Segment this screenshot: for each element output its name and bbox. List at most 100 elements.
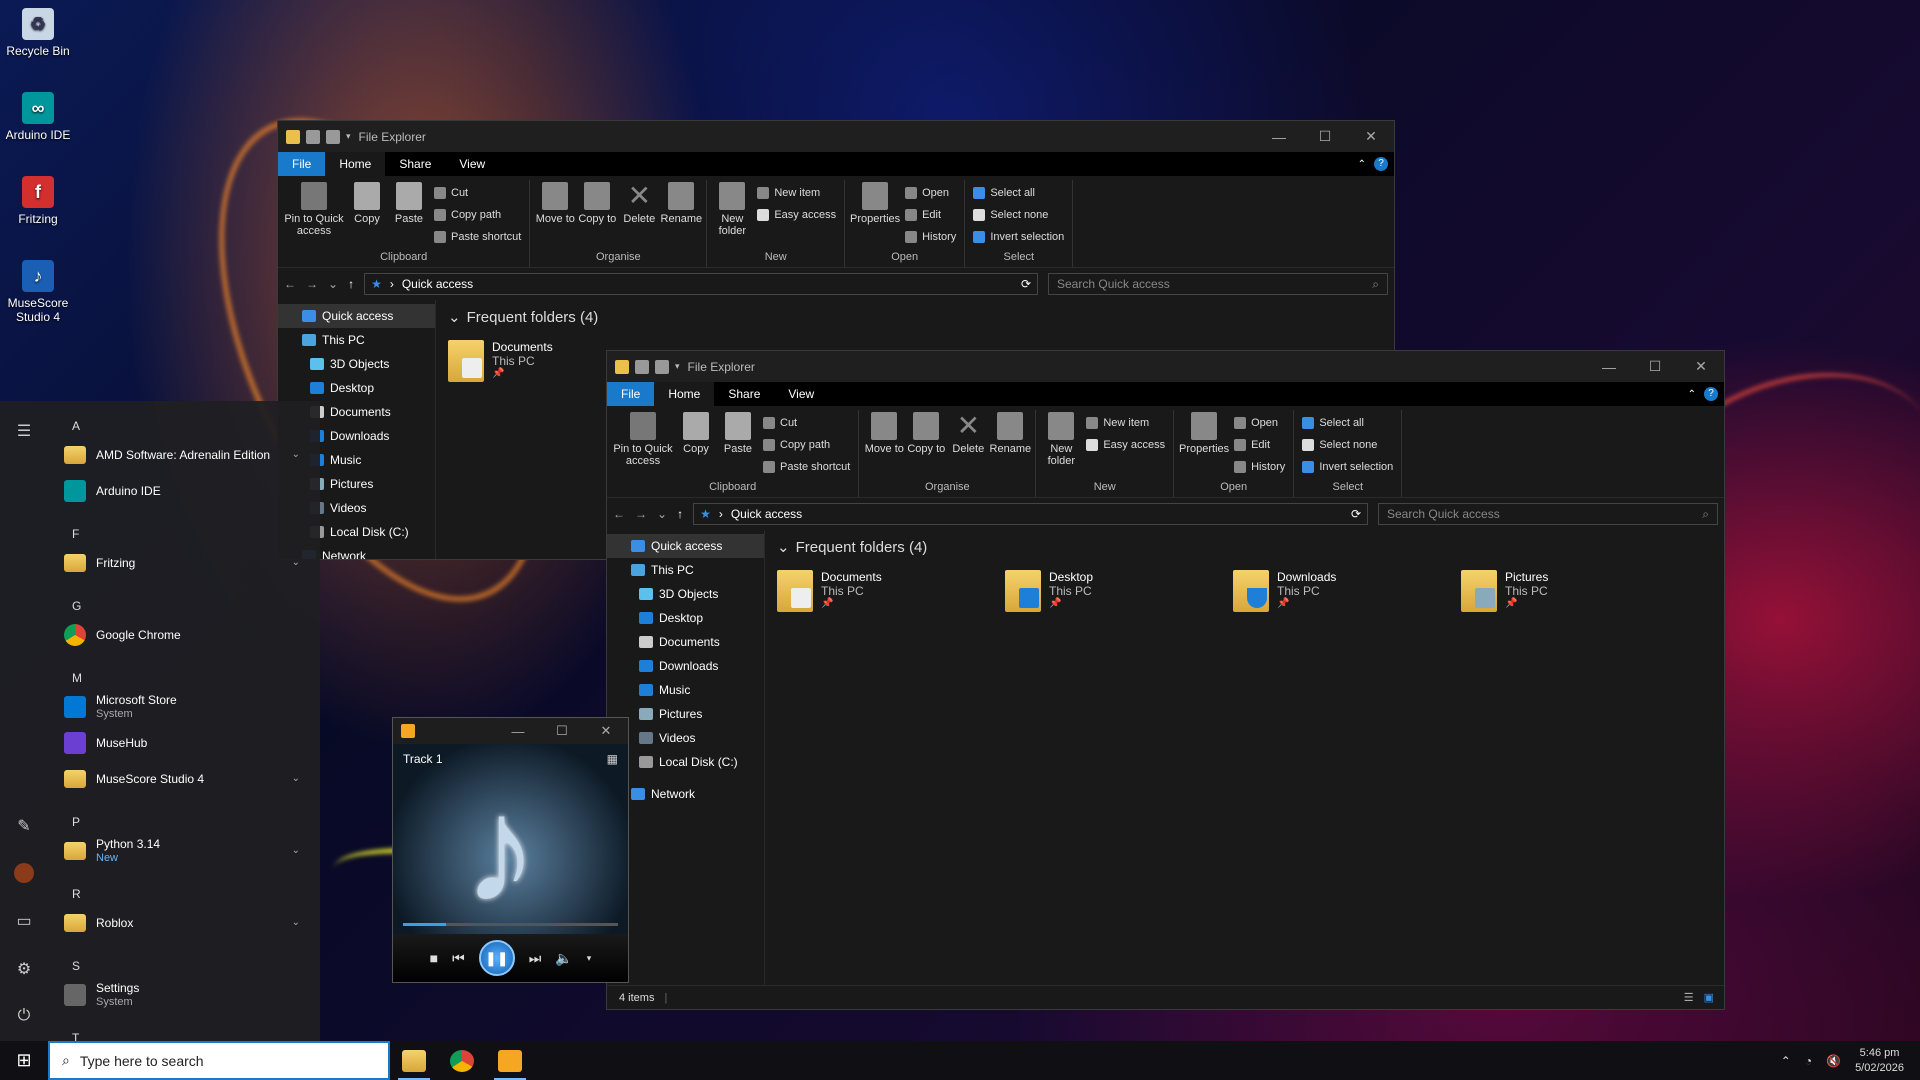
refresh-icon[interactable]: ⟳ — [1021, 277, 1031, 291]
paste-shortcut-button[interactable]: Paste shortcut — [763, 458, 850, 476]
nav-item-quick-access[interactable]: Quick access — [278, 304, 435, 328]
maximize-button[interactable]: ☐ — [1302, 121, 1348, 152]
new-item-button[interactable]: New item — [1086, 414, 1165, 432]
new-folder-button[interactable]: New folder — [711, 180, 753, 237]
back-arrow-icon[interactable]: ← — [284, 277, 296, 291]
maximize-button[interactable]: ☐ — [540, 723, 584, 739]
paste-button[interactable]: Paste — [717, 410, 759, 455]
nav-item-3d-objects[interactable]: 3D Objects — [607, 582, 764, 606]
new-folder-icon[interactable] — [326, 129, 340, 144]
taskbar-chrome[interactable] — [438, 1041, 486, 1080]
tab-view[interactable]: View — [445, 152, 499, 176]
chevron-up-icon[interactable]: ⌃ — [1781, 1054, 1791, 1068]
copy-to-button[interactable]: Copy to — [905, 410, 947, 455]
pin-quick-access-button[interactable]: Pin to Quick access — [611, 410, 675, 467]
stop-icon[interactable]: ■ — [430, 950, 438, 966]
select-all-button[interactable]: Select all — [1302, 414, 1393, 432]
app-list-item[interactable]: Microsoft Store System — [56, 689, 312, 725]
properties-icon[interactable] — [635, 359, 649, 374]
properties-icon[interactable] — [306, 129, 320, 144]
app-list-item[interactable]: AMD Software: Adrenalin Edition ⌄ — [56, 437, 312, 473]
app-list-item[interactable]: Google Chrome — [56, 617, 312, 653]
easy-access-button[interactable]: Easy access — [757, 206, 836, 224]
copy-to-button[interactable]: Copy to — [576, 180, 618, 225]
minimize-button[interactable]: — — [1586, 351, 1632, 382]
taskbar-file-explorer[interactable] — [390, 1041, 438, 1080]
new-folder-icon[interactable] — [655, 359, 669, 374]
customize-arrow-icon[interactable]: ▾ — [675, 361, 680, 372]
section-letter[interactable]: S — [56, 941, 312, 977]
history-button[interactable]: History — [1234, 458, 1285, 476]
address-bar[interactable]: ★ › Quick access ⟳ — [364, 273, 1038, 295]
folder-tile-pictures[interactable]: Pictures This PC 📌 — [1461, 570, 1689, 612]
hamburger-menu-icon[interactable]: ☰ — [14, 421, 34, 441]
nav-item-videos[interactable]: Videos — [607, 726, 764, 750]
nav-item-music[interactable]: Music — [607, 678, 764, 702]
previous-icon[interactable]: ⏮ — [452, 950, 465, 967]
tab-view[interactable]: View — [774, 382, 828, 406]
refresh-icon[interactable]: ⟳ — [1351, 507, 1361, 521]
frequent-folders-header[interactable]: ⌄ Frequent folders (4) — [448, 308, 1382, 327]
tab-file[interactable]: File — [278, 152, 326, 176]
back-arrow-icon[interactable]: ← — [613, 507, 625, 521]
history-button[interactable]: History — [905, 228, 956, 246]
frequent-folders-header[interactable]: ⌄ Frequent folders (4) — [777, 538, 1712, 557]
section-letter[interactable]: G — [56, 581, 312, 617]
pause-button[interactable]: ❚❚ — [478, 940, 515, 976]
select-none-button[interactable]: Select none — [1302, 436, 1393, 454]
help-icon[interactable]: ? — [1704, 387, 1718, 401]
chevron-down-icon[interactable]: ⌄ — [292, 845, 300, 856]
chevron-down-icon[interactable]: ⌄ — [292, 557, 300, 568]
details-view-icon[interactable]: ☰ — [1684, 991, 1694, 1004]
chevron-down-icon[interactable]: ⌄ — [292, 449, 300, 460]
section-letter[interactable]: M — [56, 653, 312, 689]
minimize-button[interactable]: — — [496, 724, 540, 739]
copy-button[interactable]: Copy — [346, 180, 388, 225]
new-folder-button[interactable]: New folder — [1040, 410, 1082, 467]
easy-access-button[interactable]: Easy access — [1086, 436, 1165, 454]
new-item-button[interactable]: New item — [757, 184, 836, 202]
tab-home[interactable]: Home — [325, 152, 386, 176]
open-button[interactable]: Open — [905, 184, 956, 202]
paste-button[interactable]: Paste — [388, 180, 430, 225]
close-button[interactable]: ✕ — [1348, 121, 1394, 152]
up-arrow-icon[interactable]: ↑ — [348, 277, 354, 291]
large-icons-view-icon[interactable]: ▣ — [1704, 991, 1714, 1004]
edit-button[interactable]: Edit — [1234, 436, 1285, 454]
section-letter[interactable]: A — [56, 401, 312, 437]
taskbar-search-input[interactable]: ⌕ Type here to search — [48, 1041, 390, 1080]
app-list-item[interactable]: Fritzing ⌄ — [56, 545, 312, 581]
network-icon[interactable]: ◔ — [1805, 1054, 1812, 1068]
nav-item-downloads[interactable]: Downloads — [607, 654, 764, 678]
select-all-button[interactable]: Select all — [973, 184, 1064, 202]
power-icon[interactable]: ⏻ — [14, 1007, 34, 1027]
invert-selection-button[interactable]: Invert selection — [973, 228, 1064, 246]
nav-item-this-pc[interactable]: This PC — [607, 558, 764, 582]
player-title-bar[interactable]: — ☐ ✕ — [393, 718, 628, 744]
minimize-button[interactable]: — — [1256, 121, 1302, 152]
section-letter[interactable]: P — [56, 797, 312, 833]
search-input[interactable]: Search Quick access ⌕ — [1378, 503, 1718, 525]
delete-button[interactable]: ✕ Delete — [618, 180, 660, 226]
chevron-down-icon[interactable]: ▾ — [587, 953, 592, 964]
file-explorer-window-front[interactable]: ▾ File Explorer — ☐ ✕ File Home Share Vi… — [606, 350, 1725, 1010]
avatar[interactable] — [14, 863, 34, 883]
nav-item-quick-access[interactable]: Quick access — [607, 534, 764, 558]
desktop-icon-musescore[interactable]: ♪ MuseScore Studio 4 — [0, 260, 76, 324]
switch-view-icon[interactable]: ▦ — [607, 752, 618, 766]
nav-item-documents[interactable]: Documents — [607, 630, 764, 654]
desktop-icon-arduino[interactable]: ∞ Arduino IDE — [0, 92, 76, 142]
forward-arrow-icon[interactable]: → — [306, 277, 318, 291]
desktop-icon-recycle-bin[interactable]: ♻ Recycle Bin — [0, 8, 76, 58]
chevron-down-icon[interactable]: ⌄ — [292, 917, 300, 928]
copy-path-button[interactable]: Copy path — [763, 436, 850, 454]
address-bar[interactable]: ★ › Quick access ⟳ — [693, 503, 1368, 525]
rename-button[interactable]: Rename — [989, 410, 1031, 455]
muted-volume-icon[interactable]: 🔇 — [1826, 1054, 1841, 1068]
nav-item-3d-objects[interactable]: 3D Objects — [278, 352, 435, 376]
nav-item-desktop[interactable]: Desktop — [278, 376, 435, 400]
edit-button[interactable]: Edit — [905, 206, 956, 224]
close-button[interactable]: ✕ — [584, 723, 628, 739]
collapse-ribbon-icon[interactable]: ⌃ — [1358, 159, 1366, 170]
delete-button[interactable]: ✕ Delete — [947, 410, 989, 456]
